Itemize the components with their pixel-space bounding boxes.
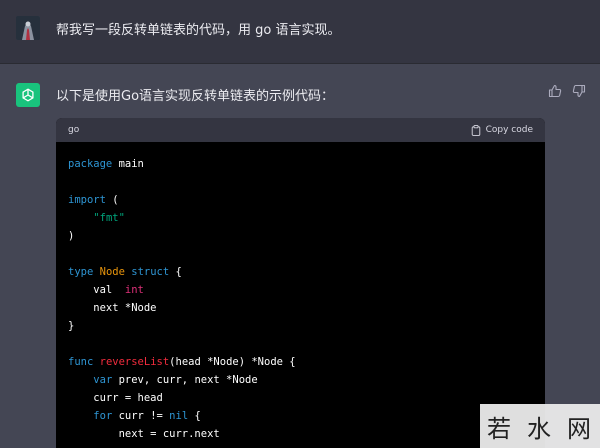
chatgpt-avatar <box>16 83 40 107</box>
code-line: import ( <box>68 191 533 209</box>
clipboard-icon <box>471 124 480 136</box>
code-line: type Node struct { <box>68 263 533 281</box>
code-token: int <box>124 284 144 296</box>
code-token: { <box>188 410 201 422</box>
code-line: next *Node <box>68 299 533 317</box>
copy-code-label: Copy code <box>485 125 533 135</box>
code-token: ( <box>105 194 119 206</box>
code-token: val <box>68 284 125 296</box>
code-token: reverseList <box>99 356 170 368</box>
code-token: prev, curr, next *Node <box>112 374 258 386</box>
code-line: package main <box>68 155 533 173</box>
code-token: Node <box>99 266 125 278</box>
code-line: val int <box>68 281 533 299</box>
code-token: var <box>93 374 113 386</box>
code-token: import <box>68 194 106 206</box>
code-line: func reverseList(head *Node) *Node { <box>68 353 533 371</box>
code-token: { <box>169 266 182 278</box>
feedback-buttons <box>548 84 586 98</box>
site-watermark: 若水网 <box>480 404 600 448</box>
assistant-intro-text: 以下是使用Go语言实现反转单链表的示例代码： <box>56 89 335 104</box>
code-token: type <box>68 266 94 278</box>
code-token: } <box>68 320 75 332</box>
code-token: curr != <box>112 410 170 422</box>
code-token: main <box>112 158 144 170</box>
code-token: package <box>68 158 113 170</box>
user-message-row: 帮我写一段反转单链表的代码，用 go 语言实现。 <box>0 0 600 64</box>
code-token: struct <box>131 266 170 278</box>
code-line: curr = head <box>68 389 533 407</box>
code-line: for curr != nil { <box>68 407 533 425</box>
code-token: for <box>93 410 113 422</box>
code-token: (head *Node) *Node { <box>169 356 296 368</box>
code-token: curr = head <box>68 392 163 404</box>
watermark-char: 水 <box>527 414 553 443</box>
code-token: next = curr.next <box>68 428 220 440</box>
thumbs-down-button[interactable] <box>572 84 586 98</box>
code-token: "fmt" <box>93 212 125 224</box>
user-avatar <box>16 16 40 40</box>
code-token: next *Node <box>68 302 157 314</box>
code-token: func <box>68 356 94 368</box>
watermark-char: 网 <box>567 414 593 443</box>
watermark-char: 若 <box>487 414 513 443</box>
code-line: "fmt" <box>68 209 533 227</box>
openai-logo-icon <box>22 88 34 102</box>
code-line: next = curr.next <box>68 425 533 443</box>
thumbs-up-icon <box>548 84 562 98</box>
code-block: go Copy code package main import ( "fmt")… <box>56 118 545 448</box>
thumbs-up-button[interactable] <box>548 84 562 98</box>
code-line: } <box>68 317 533 335</box>
code-content: package main import ( "fmt") type Node str… <box>56 142 545 443</box>
copy-code-button[interactable]: Copy code <box>471 124 533 136</box>
code-line: ) <box>68 227 533 245</box>
code-token: ) <box>68 230 75 242</box>
code-token: nil <box>169 410 189 422</box>
user-message-text: 帮我写一段反转单链表的代码，用 go 语言实现。 <box>56 23 341 38</box>
code-language-label: go <box>68 125 80 135</box>
code-line: var prev, curr, next *Node <box>68 371 533 389</box>
code-block-header: go Copy code <box>56 118 545 142</box>
thumbs-down-icon <box>572 84 586 98</box>
